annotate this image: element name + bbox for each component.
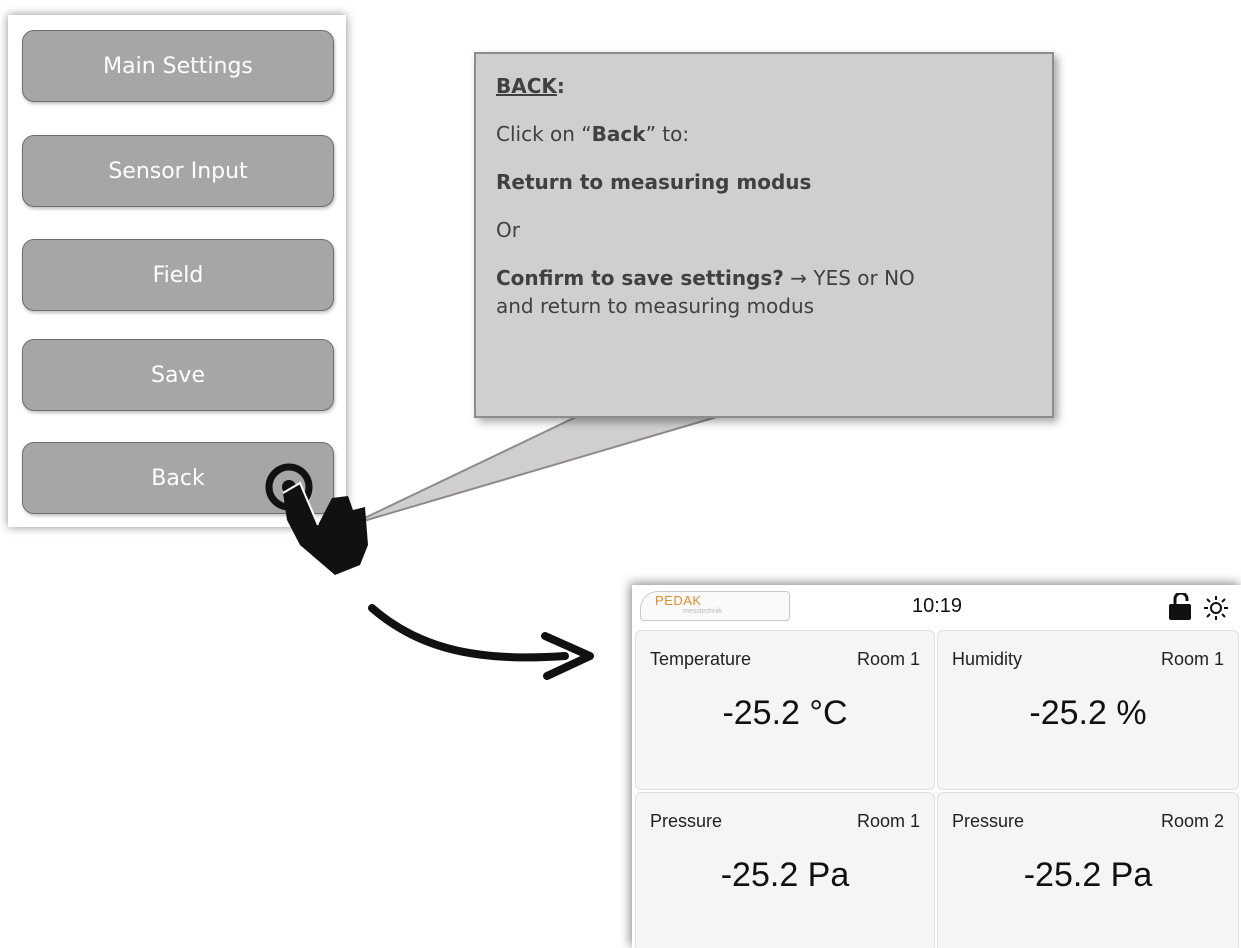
pointing-hand-icon: [282, 481, 368, 575]
clock: 10:19: [911, 595, 963, 617]
tile-temperature-room1[interactable]: Temperature Room 1 -25.2 °C: [635, 630, 935, 790]
lock-open-icon[interactable]: [1166, 593, 1196, 621]
device-header: PEDAK messtechnik 10:19: [632, 585, 1241, 629]
brightness-icon[interactable]: [1202, 595, 1230, 621]
curved-arrow-icon: [368, 604, 594, 680]
device-screen: PEDAK messtechnik 10:19 Temperature Room…: [632, 585, 1241, 948]
pedak-logo: PEDAK messtechnik: [640, 591, 790, 621]
tile-pressure-room1[interactable]: Pressure Room 1 -25.2 Pa: [635, 792, 935, 948]
tile-humidity-room1[interactable]: Humidity Room 1 -25.2 %: [937, 630, 1239, 790]
tile-pressure-room2[interactable]: Pressure Room 2 -25.2 Pa: [937, 792, 1239, 948]
